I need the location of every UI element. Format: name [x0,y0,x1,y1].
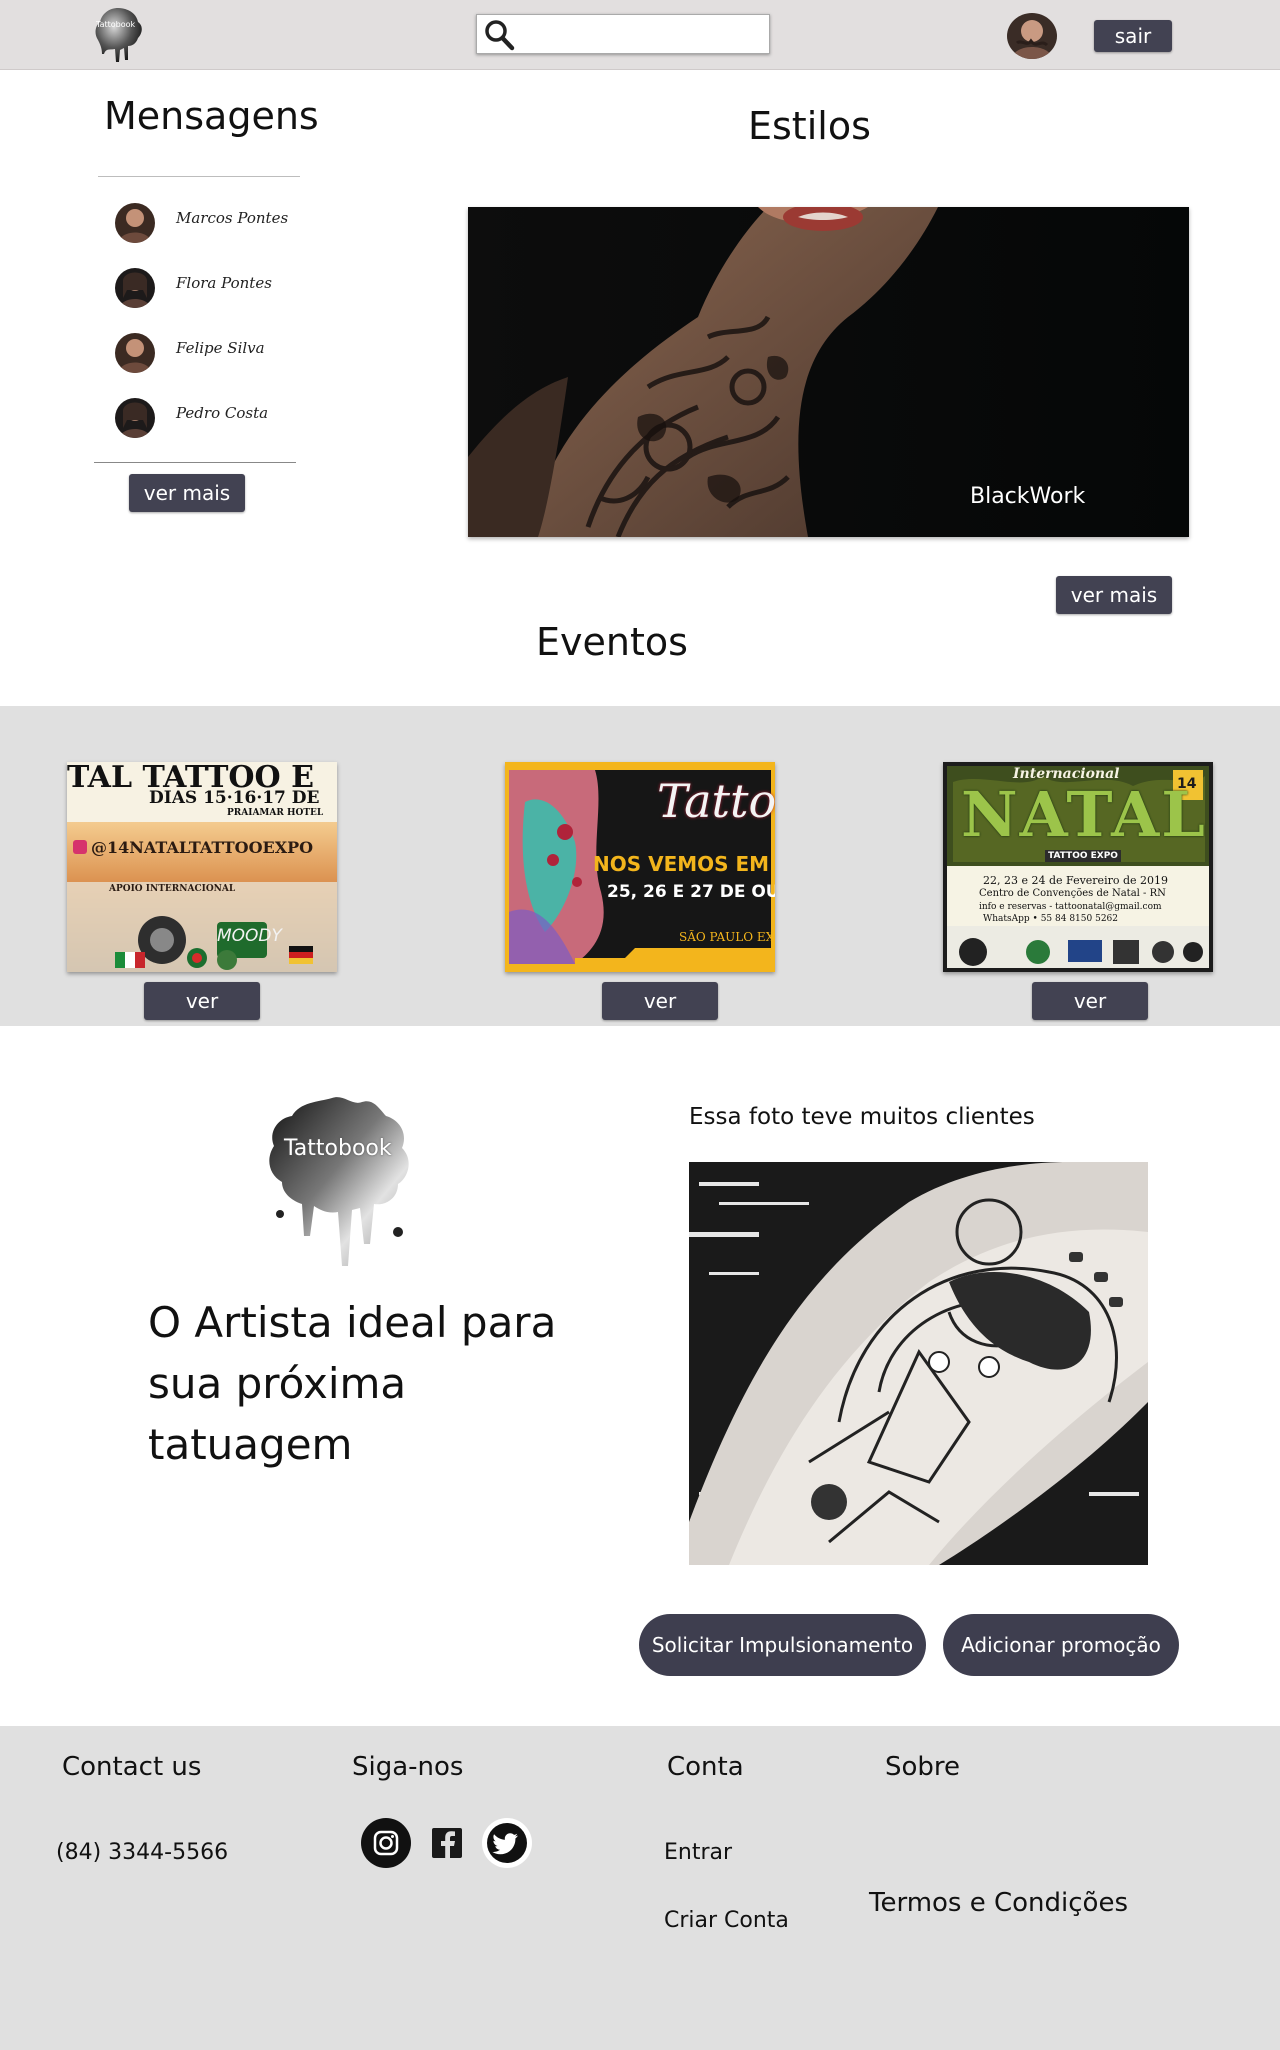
footer-phone: (84) 3344-5566 [56,1840,229,1865]
event-view-button[interactable]: ver [602,982,718,1020]
footer-contact-title: Contact us [62,1752,202,1782]
event-banner-line3: TATTOO EXPO [1045,850,1121,862]
event-banner-line5: Centro de Convenções de Natal - RN [979,888,1166,899]
contact-name: Felipe Silva [176,339,265,357]
search-icon[interactable] [483,19,515,51]
twitter-link[interactable] [482,1818,532,1868]
brand-logo[interactable]: Tattobook [92,4,144,66]
logout-button[interactable]: sair [1094,20,1172,52]
event-card[interactable]: 14 Internacional NATAL TATTOO EXPO 22, 2… [943,762,1213,972]
promo-photo-caption: Essa foto teve muitos clientes [689,1104,1035,1130]
event-banner-line6: MOODY [217,926,282,946]
event-banner-line3: 25, 26 E 27 DE OUTU [607,882,775,902]
events-title: Eventos [536,620,688,664]
event-card[interactable]: TattooW NOS VEMOS EM S 25, 26 E 27 DE OU… [505,762,775,972]
promo-logo: Tattobook [262,1094,412,1274]
event-banner-line6: info e reservas - tattoonatal@gmail.com [979,902,1162,912]
promo-tattoo-image [689,1162,1148,1565]
search-bar[interactable] [476,14,770,54]
event-banner-line3: PRAIAMAR HOTEL [227,808,324,818]
contact-name: Flora Pontes [176,274,272,292]
event-view-button[interactable]: ver [1032,982,1148,1020]
footer-follow-title: Siga-nos [352,1752,464,1782]
styles-title: Estilos [748,104,871,148]
contact-name: Marcos Pontes [176,209,289,227]
message-item[interactable]: Pedro Costa [115,398,375,440]
event-banner-line4: 22, 23 e 24 de Fevereiro de 2019 [983,874,1169,887]
event-banner-line4: SÃO PAULO EXPO [679,930,775,944]
event-banner-line2: NATAL [961,778,1207,851]
messages-bottom-divider [94,462,296,463]
style-featured-card[interactable]: BlackWork [468,207,1189,537]
search-input[interactable] [521,19,761,49]
request-boost-button[interactable]: Solicitar Impulsionamento [639,1614,926,1676]
messages-top-divider [98,176,300,177]
event-banner-line4: @14NATALTATTOOEXPO [91,838,314,857]
contact-avatar [115,333,155,373]
contact-avatar-image [115,268,155,308]
footer-signup-link[interactable]: Criar Conta [664,1908,789,1933]
contact-name: Pedro Costa [176,404,269,422]
user-avatar-image [1007,13,1057,59]
footer-login-link[interactable]: Entrar [664,1840,732,1865]
event-banner-line2: NOS VEMOS EM S [593,852,775,876]
ink-splat-logo-icon [95,8,142,62]
promo-logo-text: Tattobook [284,1136,392,1161]
footer-about-title: Sobre [885,1752,961,1782]
user-avatar[interactable] [1007,13,1057,59]
facebook-link[interactable] [422,1818,472,1868]
style-featured-caption: BlackWork [970,484,1086,509]
styles-more-button[interactable]: ver mais [1056,576,1172,614]
contact-avatar [115,203,155,243]
logout-label: sair [1114,24,1152,48]
event-banner-line1: TattooW [657,774,775,828]
contact-avatar-image [115,333,155,373]
messages-more-label: ver mais [143,481,231,505]
contact-avatar [115,398,155,438]
event-banner-line2: DIAS 15·16·17 DE [149,788,320,808]
event-view-button[interactable]: ver [144,982,260,1020]
footer-terms-link[interactable]: Termos e Condições [869,1888,1128,1918]
twitter-icon [487,1823,527,1863]
event-card[interactable]: TAL TATTOO E DIAS 15·16·17 DE PRAIAMAR H… [67,762,337,972]
request-boost-label: Solicitar Impulsionamento [651,1633,914,1657]
messages-title: Mensagens [104,94,319,138]
messages-more-button[interactable]: ver mais [129,474,245,512]
brand-logo-text: Tattobook [96,20,136,29]
message-item[interactable]: Marcos Pontes [115,203,375,245]
instagram-icon [373,1830,399,1856]
instagram-link[interactable] [361,1818,411,1868]
styles-more-label: ver mais [1070,583,1158,607]
event-view-label: ver [643,989,677,1013]
event-banner-line5: APOIO INTERNACIONAL [109,884,236,894]
ink-splat-logo-icon [269,1097,409,1266]
event-view-label: ver [1073,989,1107,1013]
contact-avatar [115,268,155,308]
contact-avatar-image [115,398,155,438]
event-view-label: ver [185,989,219,1013]
message-item[interactable]: Flora Pontes [115,268,375,310]
promo-photo[interactable] [689,1162,1148,1565]
message-item[interactable]: Felipe Silva [115,333,375,375]
event-banner-line7: WhatsApp • 55 84 8150 5262 [983,914,1118,924]
contact-avatar-image [115,203,155,243]
footer-account-title: Conta [667,1752,744,1782]
add-promotion-button[interactable]: Adicionar promoção [943,1614,1179,1676]
add-promotion-label: Adicionar promoção [961,1633,1161,1657]
promo-headline: O Artista ideal para sua próxima tatuage… [148,1298,557,1469]
facebook-icon [432,1828,462,1858]
